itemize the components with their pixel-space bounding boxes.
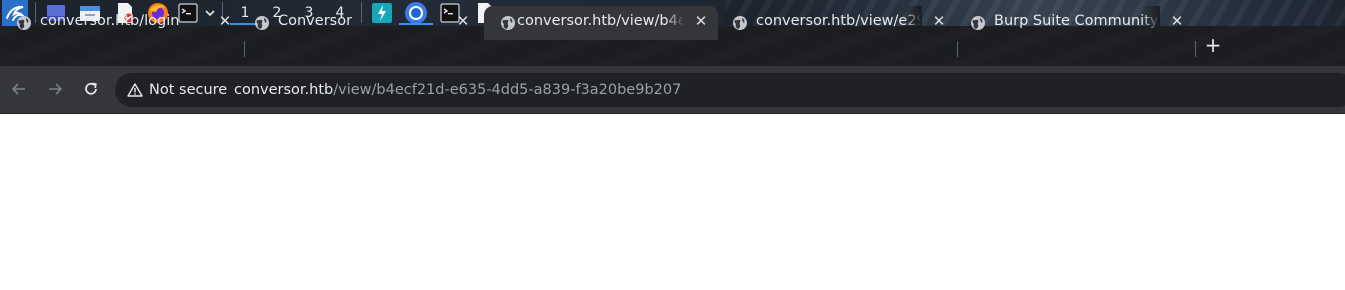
- tab-divider: [957, 41, 958, 57]
- tab-title-fade: [904, 6, 922, 36]
- tab-title: conversor.htb/view/e29d: [756, 13, 922, 29]
- page-content: [0, 114, 1345, 290]
- arrow-right-icon: [49, 83, 63, 95]
- url-path: /view/b4ecf21d-e635-4dd5-a839-f3a20be9b2…: [333, 82, 682, 98]
- address-bar[interactable]: Not secure conversor.htb/view/b4ecf21d-e…: [115, 73, 1345, 107]
- url-host: conversor.htb: [234, 82, 334, 98]
- forward-button[interactable]: [44, 78, 66, 100]
- tab-close-button[interactable]: ✕: [930, 12, 948, 30]
- not-secure-chip[interactable]: Not secure: [123, 78, 235, 102]
- tab-title-fade: [666, 6, 684, 36]
- reload-icon: [85, 82, 97, 95]
- tab-title: Conversor: [278, 13, 353, 29]
- tab-view-e29d[interactable]: conversor.htb/view/e29d ✕: [716, 6, 956, 40]
- new-tab-button[interactable]: +: [1202, 32, 1224, 58]
- tab-title: Burp Suite Community Edition: [994, 13, 1160, 29]
- globe-icon: [971, 16, 985, 30]
- browser-toolbar: Not secure conversor.htb/view/b4ecf21d-e…: [0, 66, 1345, 114]
- globe-icon: [17, 16, 31, 30]
- globe-icon: [501, 16, 515, 30]
- globe-icon: [733, 16, 747, 30]
- arrow-left-icon: [11, 83, 25, 95]
- warning-triangle-icon: [127, 83, 143, 97]
- tab-view-b4ec-active[interactable]: conversor.htb/view/b4ecf21d-e635-4dd5-a8…: [484, 6, 718, 40]
- tab-title: conversor.htb/login: [40, 13, 180, 29]
- reload-button[interactable]: [80, 78, 102, 100]
- back-button[interactable]: [8, 78, 30, 100]
- globe-icon: [255, 16, 269, 30]
- security-label: Not secure: [149, 82, 228, 98]
- tab-burp-suite[interactable]: Burp Suite Community Edition ✕: [954, 6, 1194, 40]
- tab-close-button[interactable]: ✕: [1168, 12, 1186, 30]
- tab-close-button[interactable]: ✕: [692, 12, 710, 30]
- url-text[interactable]: conversor.htb/view/b4ecf21d-e635-4dd5-a8…: [234, 73, 681, 107]
- tab-close-button[interactable]: ✕: [216, 12, 234, 30]
- tab-title: conversor.htb/view/b4ecf21d-e635-4dd5-a8…: [517, 13, 683, 29]
- tab-divider: [244, 41, 245, 57]
- tab-login[interactable]: conversor.htb/login ✕: [0, 6, 244, 40]
- tab-conversor[interactable]: Conversor ✕: [238, 6, 482, 40]
- tab-divider: [1195, 41, 1196, 57]
- tab-close-button[interactable]: ✕: [454, 12, 472, 30]
- tab-title-fade: [1142, 6, 1160, 36]
